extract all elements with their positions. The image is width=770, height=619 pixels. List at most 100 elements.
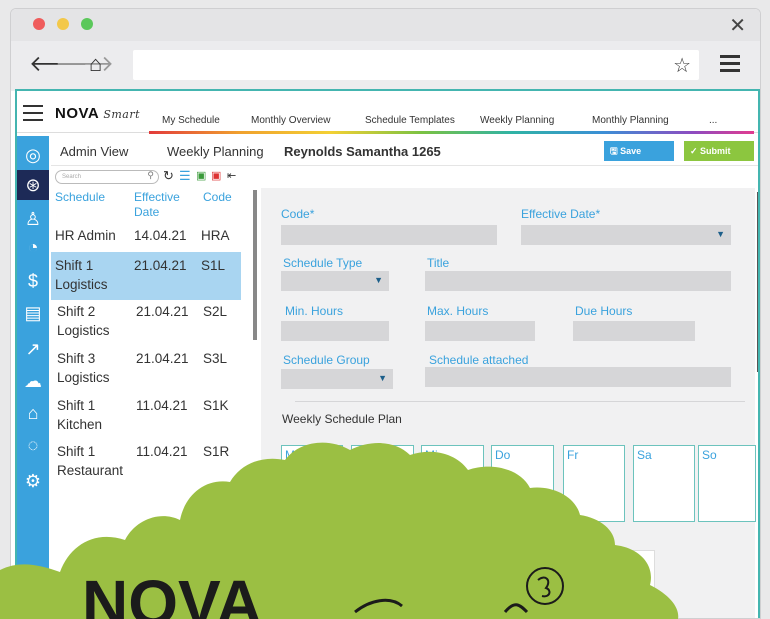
tab-weekly-planning[interactable]: Weekly Planning bbox=[480, 115, 554, 129]
title-field[interactable] bbox=[425, 271, 731, 291]
day-saturday[interactable]: Sa bbox=[633, 445, 695, 522]
col-schedule[interactable]: Schedule bbox=[55, 190, 105, 205]
list-icon[interactable]: ☰ bbox=[179, 168, 191, 184]
user-icon[interactable]: ◎ bbox=[20, 142, 46, 168]
time-card[interactable]: 0h - 14h 4h - 18h bbox=[591, 550, 655, 594]
schedule-type-label: Schedule Type bbox=[283, 256, 363, 270]
cell-schedule: Shift 1 Logistics bbox=[55, 258, 108, 292]
browser-navbar: 🡐 🡒 ⌂ ☆ bbox=[11, 41, 760, 91]
min-hours-field[interactable] bbox=[281, 321, 389, 341]
table-row-selected[interactable]: Shift 1 Logistics 21.04.21 S1L bbox=[51, 252, 241, 300]
schedule-group-select[interactable]: ▼ bbox=[281, 369, 393, 389]
color-stripe bbox=[149, 131, 754, 134]
refresh-icon[interactable]: ↻ bbox=[163, 168, 174, 184]
day-friday[interactable]: Fr bbox=[563, 445, 625, 522]
url-bar[interactable]: ☆ bbox=[133, 50, 699, 80]
tab-monthly-planning[interactable]: Monthly Planning bbox=[592, 115, 669, 129]
profile-icon[interactable]: ♙ bbox=[20, 206, 46, 232]
schedule-attached-label: Schedule attached bbox=[429, 353, 529, 367]
cell-date: 11.04.21 bbox=[136, 398, 188, 413]
schedule-type-select[interactable]: ▼ bbox=[281, 271, 389, 291]
tab-monthly-overview[interactable]: Monthly Overview bbox=[251, 115, 330, 129]
cell-date: 11.04.21 bbox=[136, 444, 188, 459]
form-scrollbar[interactable] bbox=[757, 192, 758, 372]
cell-code: S1K bbox=[203, 398, 229, 413]
collapse-icon[interactable]: ⇤ bbox=[227, 168, 236, 184]
globe-icon[interactable]: ◌ bbox=[20, 432, 46, 458]
schedule-group-label: Schedule Group bbox=[283, 353, 370, 367]
day-thursday[interactable]: Do bbox=[491, 445, 554, 522]
excel-icon[interactable]: ▣ bbox=[196, 168, 206, 184]
due-hours-field[interactable] bbox=[573, 321, 695, 341]
table-row[interactable]: Shift 2 Logistics 21.04.21 S2L bbox=[51, 298, 241, 346]
cell-code: S3L bbox=[203, 351, 228, 366]
pdf-icon[interactable]: ▣ bbox=[211, 168, 221, 184]
max-hours-field[interactable] bbox=[425, 321, 535, 341]
minimize-dot[interactable] bbox=[57, 18, 69, 30]
effective-date-select[interactable]: ▼ bbox=[521, 225, 731, 245]
tab-my-schedule[interactable]: My Schedule bbox=[162, 115, 220, 129]
time-slot: 4h - 18h bbox=[600, 570, 634, 580]
day-monday[interactable]: Mo bbox=[281, 445, 343, 522]
time-slot: 0h - 14h bbox=[600, 558, 634, 568]
tab-schedule-templates[interactable]: Schedule Templates bbox=[365, 115, 455, 129]
cell-schedule: Shift 1 Restaurant bbox=[57, 444, 124, 478]
clock-icon[interactable]: ◔ bbox=[20, 234, 46, 260]
cell-date: 21.04.21 bbox=[136, 304, 189, 319]
due-hours-label: Due Hours bbox=[575, 304, 633, 318]
cloud-upload-icon[interactable]: ☁ bbox=[20, 368, 46, 394]
app-menu-icon[interactable] bbox=[23, 105, 43, 126]
list-toolbar: Search ⚲ ↻ ☰ ▣ ▣ ⇤ bbox=[51, 168, 251, 188]
star-icon[interactable]: ☆ bbox=[673, 53, 691, 78]
cell-schedule: Shift 1 Kitchen bbox=[57, 398, 103, 432]
submit-button[interactable]: ✓ Submit bbox=[684, 141, 754, 161]
cell-date: 14.04.21 bbox=[134, 228, 187, 243]
effective-date-label: Effective Date* bbox=[521, 207, 601, 221]
home-icon[interactable]: ⌂ bbox=[89, 53, 102, 75]
admin-view-label[interactable]: Admin View bbox=[60, 144, 128, 159]
dollar-icon[interactable]: $ bbox=[20, 268, 46, 294]
day-sunday[interactable]: So bbox=[698, 445, 756, 522]
title-label: Title bbox=[427, 256, 450, 270]
close-dot[interactable] bbox=[33, 18, 45, 30]
schedule-list: Schedule Effective Date Code HR Admin 14… bbox=[51, 190, 251, 590]
cell-schedule: Shift 2 Logistics bbox=[57, 304, 110, 338]
team-icon[interactable]: ⊛ bbox=[17, 170, 49, 200]
min-hours-label: Min. Hours bbox=[285, 304, 344, 318]
day-wednesday[interactable]: Mi bbox=[421, 445, 484, 522]
forward-icon[interactable]: 🡒 bbox=[55, 53, 114, 75]
browser-window: ✕ 🡐 🡒 ⌂ ☆ NOVA Smart My Schedule Monthly… bbox=[10, 8, 761, 619]
card-icon[interactable]: ▤ bbox=[20, 300, 46, 326]
day-tuesday[interactable]: Di bbox=[351, 445, 414, 522]
divider bbox=[295, 401, 745, 402]
settings-icon[interactable]: ⚙ bbox=[20, 468, 46, 494]
section-label: Weekly Planning bbox=[167, 144, 264, 159]
close-icon[interactable]: ✕ bbox=[729, 13, 746, 38]
table-row[interactable]: Shift 1 Kitchen 11.04.21 S1K bbox=[51, 392, 241, 440]
table-row[interactable]: Shift 3 Logistics 21.04.21 S3L bbox=[51, 345, 241, 393]
maximize-dot[interactable] bbox=[81, 18, 93, 30]
browser-menu-icon[interactable] bbox=[720, 55, 740, 76]
app-header: NOVA Smart My Schedule Monthly Overview … bbox=[17, 91, 758, 134]
col-effective-date[interactable]: Effective Date bbox=[134, 190, 180, 220]
app-window: NOVA Smart My Schedule Monthly Overview … bbox=[15, 89, 760, 618]
list-scrollbar[interactable] bbox=[253, 190, 257, 340]
schedule-attached-field[interactable] bbox=[425, 367, 731, 387]
save-button[interactable]: 🖫 Save bbox=[604, 141, 674, 161]
sidebar: ◎ ⊛ ♙ ◔ $ ▤ ↗ ☁ ⌂ ◌ ⚙ bbox=[17, 136, 49, 618]
save-icon: 🖫 bbox=[610, 146, 621, 156]
graduation-icon[interactable]: ⌂ bbox=[20, 400, 46, 426]
tab-more[interactable]: ... bbox=[709, 115, 717, 129]
cell-code: HRA bbox=[201, 228, 230, 243]
employee-name: Reynolds Samantha 1265 bbox=[284, 144, 441, 159]
table-row[interactable]: Shift 1 Restaurant 11.04.21 S1R bbox=[51, 438, 241, 486]
chevron-down-icon: ▼ bbox=[378, 373, 387, 383]
browser-titlebar: ✕ bbox=[11, 9, 760, 41]
code-field[interactable] bbox=[281, 225, 497, 245]
search-input[interactable]: Search ⚲ bbox=[55, 170, 159, 184]
cell-schedule: HR Admin bbox=[55, 228, 116, 243]
schedule-form: Code* Effective Date* ▼ Schedule Type ▼ … bbox=[261, 188, 756, 618]
cell-date: 21.04.21 bbox=[134, 258, 187, 273]
chart-icon[interactable]: ↗ bbox=[20, 336, 46, 362]
col-code[interactable]: Code bbox=[203, 190, 232, 205]
